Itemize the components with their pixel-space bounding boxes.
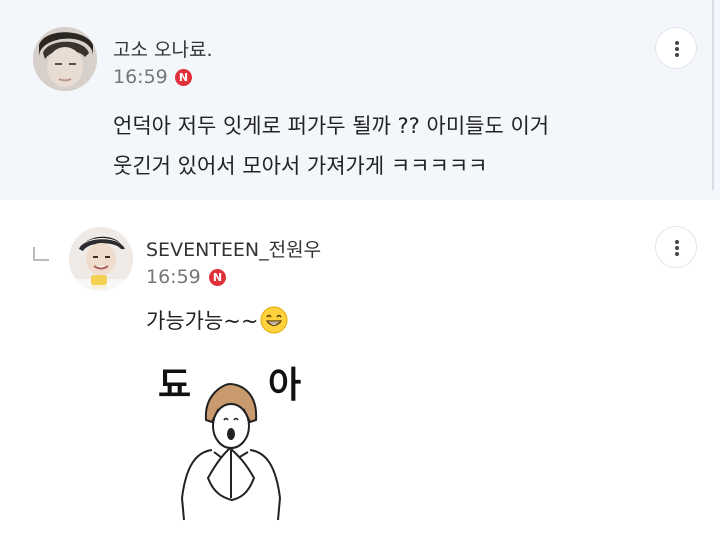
comment-text-line: 웃긴거 있어서 모아서 가져가게 ㅋㅋㅋㅋㅋ [113,154,488,178]
comment-text: 언덕아 저두 잇게로 퍼가두 될까 ?? 아미들도 이거 웃긴거 있어서 모아서… [113,106,673,186]
more-options-icon [675,240,679,244]
reply-author[interactable]: SEVENTEEN_전원우 [146,235,321,262]
scrollbar[interactable] [712,0,714,190]
grinning-emoji-icon [260,306,288,334]
sticker-character-icon [180,382,282,521]
new-badge: N [209,269,226,286]
comment-timestamp: 16:59 [113,66,168,88]
more-options-icon-dot [675,252,679,256]
profile-photo [69,227,133,291]
more-options-icon-dot [675,246,679,250]
avatar[interactable] [69,227,133,291]
reply-sticker[interactable]: 됴 아 [148,348,318,528]
more-options-icon-dot [675,47,679,51]
reply-text-line: 가능가능~~ [146,306,288,336]
reply-arrow-icon [33,247,49,261]
comment-author[interactable]: 고소 오나료. [113,35,212,62]
reply-text: 가능가능~~ [146,309,259,333]
comment-text-line: 언덕아 저두 잇게로 퍼가두 될까 ?? 아미들도 이거 [113,114,550,138]
more-options-icon [675,41,679,45]
avatar[interactable] [33,27,97,91]
profile-photo [33,27,97,91]
more-options-button[interactable] [655,27,697,69]
more-options-button[interactable] [655,226,697,268]
reply-timestamp: 16:59 [146,266,201,288]
more-options-icon-dot [675,53,679,57]
new-badge: N [175,69,192,86]
